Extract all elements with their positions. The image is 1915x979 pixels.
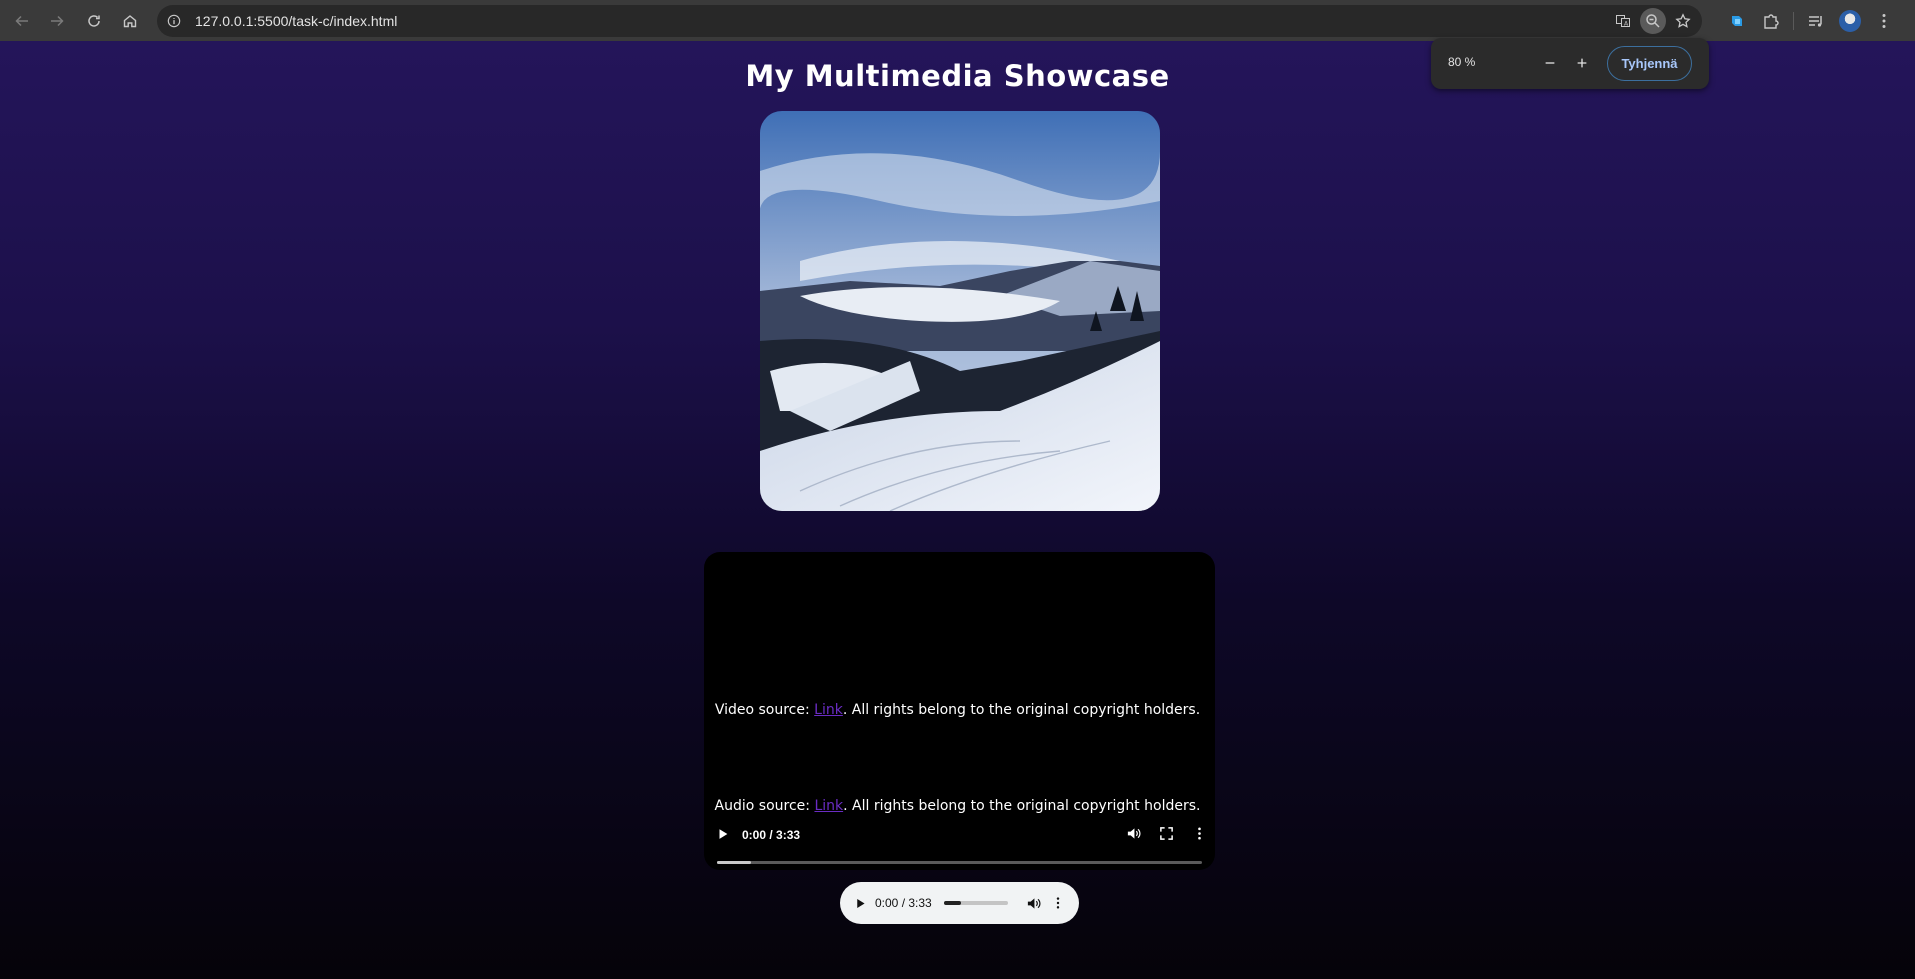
audio-progress-fill [943,901,961,905]
back-arrow-icon[interactable] [4,3,39,38]
video-progress-bar[interactable] [717,861,1202,864]
mountain-landscape-image [760,111,1160,511]
landscape-photo [760,111,1160,511]
video-buffered-fill [717,861,751,864]
page-content: My Multimedia Showcase 0:00 / 3:33 Video… [0,41,1915,979]
avatar [1839,10,1861,32]
zoom-reset-button[interactable]: Tyhjennä [1607,46,1692,81]
extensions-puzzle-icon[interactable] [1754,4,1788,38]
extension-app-icon[interactable] [1720,4,1754,38]
video-fullscreen-icon[interactable] [1159,826,1174,845]
audio-source-link[interactable]: Link [814,798,843,814]
bookmark-star-icon[interactable] [1670,8,1696,34]
more-menu-icon[interactable] [1867,4,1901,38]
translate-icon[interactable]: A [1610,8,1636,34]
home-icon[interactable] [112,3,147,38]
zoom-out-minus-icon[interactable] [1538,51,1562,75]
browser-toolbar: 127.0.0.1:5500/task-c/index.html A [0,0,1915,41]
audio-player[interactable]: 0:00 / 3:33 [840,882,1079,924]
audio-caption-suffix: . All rights belong to the original copy… [843,798,1201,814]
forward-arrow-icon[interactable] [39,3,74,38]
zoom-popup: 80 % Tyhjennä [1431,38,1709,89]
audio-time: 0:00 / 3:33 [875,896,932,910]
audio-volume-icon[interactable] [1026,896,1041,911]
video-caption-suffix: . All rights belong to the original copy… [842,702,1201,718]
profile-avatar[interactable] [1833,4,1867,38]
video-volume-icon[interactable] [1126,826,1141,845]
audio-caption-prefix: Audio source: [714,798,815,814]
audio-progress-bar[interactable] [943,901,1008,905]
zoom-level: 80 % [1448,55,1476,69]
video-source-caption: Video source: Link. All rights belong to… [0,702,1915,718]
zoom-in-plus-icon[interactable] [1570,51,1594,75]
video-more-options-icon[interactable] [1192,826,1207,845]
video-controls: 0:00 / 3:33 [704,822,1215,870]
media-queue-icon[interactable] [1799,4,1833,38]
zoom-magnifier-icon[interactable] [1640,8,1666,34]
video-time: 0:00 / 3:33 [742,828,801,842]
video-source-link[interactable]: Link [814,702,843,718]
video-play-icon[interactable] [716,826,730,845]
url-text[interactable]: 127.0.0.1:5500/task-c/index.html [195,13,397,29]
reload-icon[interactable] [76,3,111,38]
audio-source-caption: Audio source: Link. All rights belong to… [0,798,1915,814]
video-caption-prefix: Video source: [714,702,815,718]
audio-play-icon[interactable] [854,897,867,910]
site-info-icon[interactable] [161,8,187,34]
audio-more-options-icon[interactable] [1051,896,1065,910]
address-bar[interactable]: 127.0.0.1:5500/task-c/index.html A [157,5,1702,37]
toolbar-separator [1793,12,1794,30]
